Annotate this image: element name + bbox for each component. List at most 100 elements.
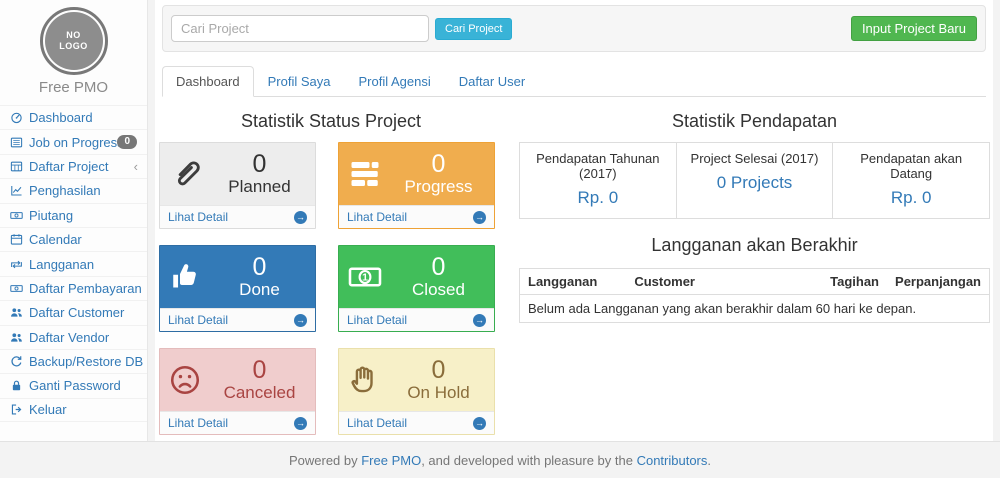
sign-out-icon (8, 403, 25, 416)
lihat-detail-label: Lihat Detail (168, 210, 228, 224)
card-label: Done (212, 280, 307, 300)
column-header: Langganan (520, 269, 627, 295)
card-count: 0 (391, 151, 486, 177)
page-footer: Powered by Free PMO, and developed with … (0, 441, 1000, 478)
sidebar-item-penghasilan[interactable]: Penghasilan (0, 178, 147, 202)
input-project-baru-button[interactable]: Input Project Baru (851, 16, 977, 41)
sidebar-item-daftar-project[interactable]: Daftar Project ‹ (0, 154, 147, 178)
lihat-detail-link[interactable]: Lihat Detail → (339, 308, 494, 331)
section-title: Statistik Pendapatan (519, 103, 990, 142)
sidebar-item-langganan[interactable]: Langganan (0, 251, 147, 275)
lihat-detail-link[interactable]: Lihat Detail → (160, 308, 315, 331)
sidebar-item-label: Piutang (29, 208, 73, 223)
table-row: Belum ada Langganan yang akan berakhir d… (520, 295, 990, 323)
search-toolbar: Cari Project Input Project Baru (162, 5, 986, 52)
sidebar-item-label: Backup/Restore DB (29, 354, 143, 369)
stat-pendapatan-akan-datang: Pendapatan akan Datang Rp. 0 (832, 143, 989, 218)
retweet-icon (8, 258, 25, 271)
sidebar-item-piutang[interactable]: Piutang (0, 203, 147, 227)
card-label: Progress (391, 177, 486, 197)
status-card-on-hold: 0 On Hold Lihat Detail → (338, 348, 495, 435)
users-icon (8, 306, 25, 319)
frown-icon (168, 363, 212, 397)
section-title: Statistik Status Project (157, 103, 505, 142)
money-icon: 1 (347, 259, 391, 295)
status-card-done: 0 Done Lihat Detail → (159, 245, 316, 332)
card-label: Planned (212, 177, 307, 197)
stat-value: 0 Projects (683, 173, 827, 193)
footer-text: Powered by (289, 453, 361, 468)
tab-dashboard[interactable]: Dashboard (162, 66, 254, 97)
status-cards: 0 Planned Lihat Detail → (157, 142, 505, 435)
tasks-icon (347, 156, 391, 192)
sidebar-item-label: Ganti Password (29, 378, 121, 393)
refresh-icon (8, 355, 25, 368)
sidebar-item-keluar[interactable]: Keluar (0, 398, 147, 422)
contributors-link[interactable]: Contributors (637, 453, 708, 468)
stat-value: Rp. 0 (839, 188, 983, 208)
lihat-detail-link[interactable]: Lihat Detail → (339, 411, 494, 434)
sidebar-item-daftar-vendor[interactable]: Daftar Vendor (0, 325, 147, 349)
app-window: NO LOGO Free PMO Dashboard Job on Progre… (0, 0, 1000, 478)
lihat-detail-link[interactable]: Lihat Detail → (160, 205, 315, 228)
sidebar-item-daftar-pembayaran[interactable]: Daftar Pembayaran (0, 276, 147, 300)
sidebar-item-backup-restore-db[interactable]: Backup/Restore DB (0, 349, 147, 373)
card-count: 0 (391, 254, 486, 280)
lihat-detail-link[interactable]: Lihat Detail → (339, 205, 494, 228)
thumbs-up-icon (168, 259, 212, 295)
sidebar-item-label: Calendar (29, 232, 82, 247)
card-label: On Hold (391, 383, 486, 403)
column-header: Tagihan (817, 269, 887, 295)
logo-text: NO (66, 30, 81, 41)
brand-area: NO LOGO Free PMO (0, 0, 147, 96)
sidebar-item-label: Penghasilan (29, 183, 101, 198)
column-header: Customer (626, 269, 817, 295)
sidebar-item-daftar-customer[interactable]: Daftar Customer (0, 300, 147, 324)
tab-profil-saya[interactable]: Profil Saya (254, 66, 345, 97)
table-header-row: Langganan Customer Tagihan Perpanjangan (520, 269, 990, 295)
income-section: Statistik Pendapatan Pendapatan Tahunan … (505, 103, 990, 435)
lihat-detail-label: Lihat Detail (347, 416, 407, 430)
income-stats-table: Pendapatan Tahunan (2017) Rp. 0 Project … (519, 142, 990, 219)
sidebar-item-dashboard[interactable]: Dashboard (0, 105, 147, 129)
free-pmo-link[interactable]: Free PMO (361, 453, 421, 468)
brand-name: Free PMO (0, 79, 147, 96)
arrow-circle-right-icon: → (473, 417, 486, 430)
sidebar-item-job-on-progress[interactable]: Job on Progress 0 (0, 129, 147, 153)
arrow-circle-right-icon: → (473, 211, 486, 224)
stat-label: Project Selesai (2017) (683, 151, 827, 173)
empty-message: Belum ada Langganan yang akan berakhir d… (520, 295, 990, 323)
status-card-progress: 0 Progress Lihat Detail → (338, 142, 495, 229)
logo-text: LOGO (59, 41, 88, 52)
users-icon (8, 331, 25, 344)
lock-icon (8, 379, 25, 392)
subscription-table: Langganan Customer Tagihan Perpanjangan … (519, 268, 990, 323)
tab-profil-agensi[interactable]: Profil Agensi (344, 66, 444, 97)
card-count: 0 (391, 357, 486, 383)
tab-bar: Dashboard Profil Saya Profil Agensi Daft… (162, 66, 986, 97)
sidebar-item-calendar[interactable]: Calendar (0, 227, 147, 251)
tab-daftar-user[interactable]: Daftar User (445, 66, 539, 97)
lihat-detail-label: Lihat Detail (168, 313, 228, 327)
card-label: Canceled (212, 383, 307, 403)
dashboard-content: Statistik Status Project 0 Planned Lihat… (155, 97, 993, 435)
section-title: Langganan akan Berakhir (519, 219, 990, 266)
sidebar-item-ganti-password[interactable]: Ganti Password (0, 373, 147, 397)
search-button[interactable]: Cari Project (435, 18, 512, 40)
status-card-canceled: 0 Canceled Lihat Detail → (159, 348, 316, 435)
tasks-icon (8, 136, 25, 149)
sidebar-menu: Dashboard Job on Progress 0 Daftar Proje… (0, 105, 147, 422)
stat-project-selesai: Project Selesai (2017) 0 Projects (676, 143, 833, 218)
lihat-detail-link[interactable]: Lihat Detail → (160, 411, 315, 434)
sidebar-item-label: Daftar Pembayaran (29, 281, 142, 296)
status-card-planned: 0 Planned Lihat Detail → (159, 142, 316, 229)
arrow-circle-right-icon: → (294, 211, 307, 224)
search-input[interactable] (171, 15, 429, 42)
footer-text: , and developed with pleasure by the (421, 453, 636, 468)
card-count: 0 (212, 151, 307, 177)
main-panel: Cari Project Input Project Baru Dashboar… (155, 0, 993, 441)
chevron-left-icon: ‹ (134, 159, 138, 174)
money-icon (8, 282, 25, 295)
lihat-detail-label: Lihat Detail (347, 313, 407, 327)
sidebar: NO LOGO Free PMO Dashboard Job on Progre… (0, 0, 148, 441)
